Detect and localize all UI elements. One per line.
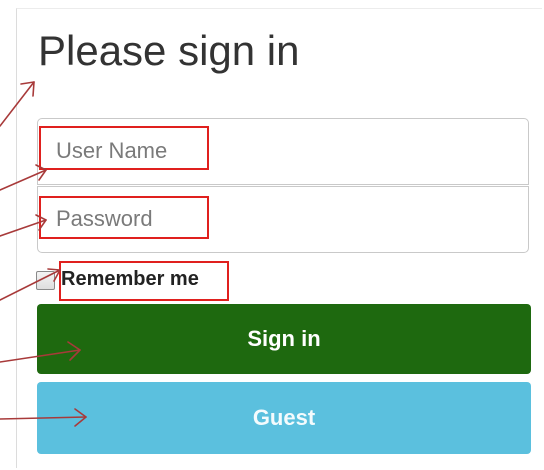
guest-button[interactable]: Guest	[37, 382, 531, 454]
remember-me-row: Remember me	[36, 262, 199, 298]
username-input[interactable]	[46, 129, 526, 173]
password-field-wrapper	[37, 186, 529, 253]
username-field-wrapper	[37, 118, 529, 185]
sign-in-screen: Please sign in Remember me Sign in Guest	[0, 0, 544, 470]
sign-in-button[interactable]: Sign in	[37, 304, 531, 374]
remember-me-label[interactable]: Remember me	[61, 268, 199, 291]
remember-me-checkbox[interactable]	[36, 270, 55, 290]
password-input[interactable]	[46, 197, 526, 241]
page-title: Please sign in	[38, 27, 300, 74]
